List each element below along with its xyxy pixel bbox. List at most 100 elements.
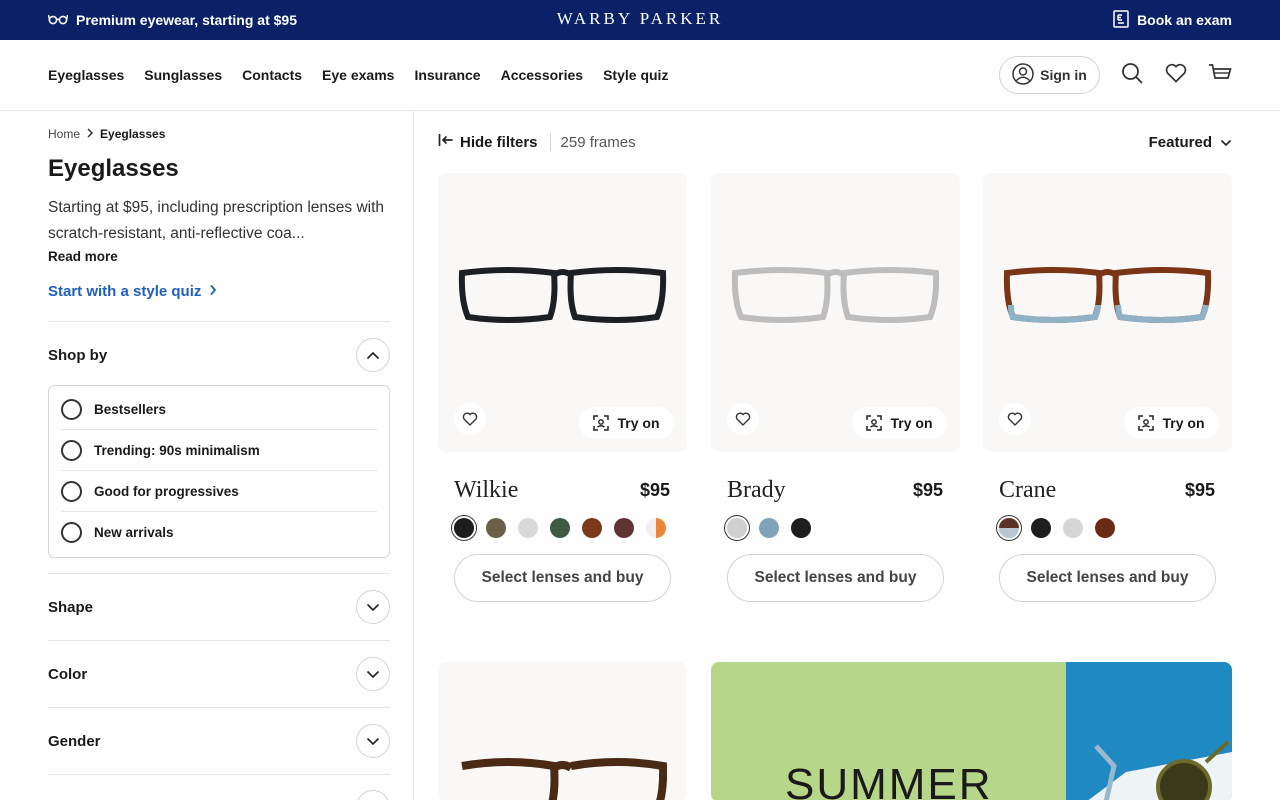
shop-option-new-arrivals[interactable]: New arrivals: [61, 512, 377, 553]
style-quiz-link[interactable]: Start with a style quiz: [48, 283, 217, 300]
sort-dropdown[interactable]: Featured: [1149, 131, 1232, 153]
nav-link-accessories[interactable]: Accessories: [501, 67, 584, 83]
divider: [48, 774, 390, 775]
sign-in-button[interactable]: Sign in: [999, 56, 1100, 94]
product-name[interactable]: Brady: [727, 477, 786, 504]
select-lenses-button[interactable]: Select lenses and buy: [454, 554, 671, 602]
hide-filters-button[interactable]: Hide filters: [438, 133, 538, 151]
book-exam-link[interactable]: Book an exam: [1113, 0, 1232, 40]
brand-logo[interactable]: WARBY PARKER: [0, 9, 1280, 29]
expand-button[interactable]: [356, 790, 390, 800]
shop-by-header[interactable]: Shop by: [48, 337, 390, 373]
radio-button[interactable]: [61, 480, 82, 502]
chevron-down-icon: [366, 599, 380, 616]
product-image[interactable]: Try on: [983, 173, 1232, 452]
product-image[interactable]: Try on: [438, 173, 687, 452]
product-card-wilkie[interactable]: Try on Wilkie $95 Select lenses and buy: [438, 173, 687, 602]
filter-gender-header[interactable]: Gender: [48, 723, 390, 759]
color-swatch[interactable]: [454, 518, 474, 538]
color-swatch[interactable]: [486, 518, 506, 538]
select-lenses-button[interactable]: Select lenses and buy: [727, 554, 944, 602]
product-card-partial[interactable]: [438, 662, 687, 800]
try-on-label: Try on: [890, 415, 933, 431]
divider: [549, 133, 551, 151]
favorite-button[interactable]: [727, 403, 759, 435]
filter-shape-label: Shape: [48, 598, 94, 616]
banner-photo: [1066, 662, 1232, 800]
shop-option-label: Good for progressives: [94, 483, 239, 499]
select-lenses-button[interactable]: Select lenses and buy: [999, 554, 1216, 602]
radio-button[interactable]: [61, 522, 82, 543]
color-swatch[interactable]: [1095, 518, 1115, 538]
eyeglasses-image: [731, 267, 940, 323]
chevron-up-icon: [366, 347, 380, 364]
color-swatch[interactable]: [999, 518, 1019, 538]
product-name[interactable]: Crane: [999, 477, 1056, 504]
promo-banner[interactable]: SUMMER: [711, 662, 1232, 800]
shop-option-trending[interactable]: Trending: 90s minimalism: [61, 430, 377, 471]
shop-by-label: Shop by: [48, 346, 108, 364]
color-swatch[interactable]: [614, 518, 634, 538]
collapse-button[interactable]: [356, 338, 390, 372]
radio-button[interactable]: [61, 439, 82, 461]
expand-button[interactable]: [356, 590, 390, 624]
shop-by-options: Bestsellers Trending: 90s minimalism Goo…: [48, 385, 390, 558]
chevron-right-icon: [86, 127, 94, 141]
color-swatch[interactable]: [550, 518, 570, 538]
search-icon: [1121, 62, 1143, 89]
color-swatch[interactable]: [1031, 518, 1051, 538]
divider: [48, 640, 390, 641]
sunglasses-image: [1088, 740, 1232, 800]
nav-link-style-quiz[interactable]: Style quiz: [603, 67, 668, 83]
filter-shape-header[interactable]: Shape: [48, 589, 390, 625]
shop-option-bestsellers[interactable]: Bestsellers: [61, 389, 377, 430]
eyeglasses-image: [458, 267, 667, 323]
product-image[interactable]: Try on: [711, 173, 960, 452]
nav-link-contacts[interactable]: Contacts: [242, 67, 302, 83]
color-swatch[interactable]: [518, 518, 538, 538]
nav-link-eye-exams[interactable]: Eye exams: [322, 67, 394, 83]
try-on-button[interactable]: Try on: [852, 407, 947, 439]
user-icon: [1012, 62, 1034, 88]
product-price: $95: [1184, 480, 1215, 500]
filter-color-header[interactable]: Color: [48, 656, 390, 692]
favorite-button[interactable]: [454, 403, 486, 435]
color-swatch[interactable]: [582, 518, 602, 538]
favorites-button[interactable]: [1163, 62, 1189, 88]
try-on-button[interactable]: Try on: [1124, 407, 1219, 439]
color-swatch[interactable]: [791, 518, 811, 538]
color-swatch[interactable]: [1063, 518, 1083, 538]
eye-chart-icon: [1113, 9, 1129, 31]
breadcrumb-home[interactable]: Home: [48, 127, 80, 141]
expand-button[interactable]: [356, 657, 390, 691]
collapse-left-icon: [438, 133, 454, 151]
nav-link-sunglasses[interactable]: Sunglasses: [144, 67, 222, 83]
banner-headline: SUMMER: [785, 760, 993, 800]
shop-option-progressives[interactable]: Good for progressives: [61, 471, 377, 512]
nav-link-eyeglasses[interactable]: Eyeglasses: [48, 67, 124, 83]
read-more-link[interactable]: Read more: [48, 249, 118, 264]
divider: [48, 321, 390, 322]
color-swatch[interactable]: [727, 518, 747, 538]
product-card-crane[interactable]: Try on Crane $95 Select lenses and buy: [983, 173, 1232, 602]
product-card-brady[interactable]: Try on Brady $95 Select lenses and buy: [711, 173, 960, 602]
sort-label: Featured: [1148, 133, 1212, 151]
color-swatch[interactable]: [759, 518, 779, 538]
product-price: $95: [912, 480, 943, 500]
try-on-label: Try on: [1162, 415, 1205, 431]
try-on-button[interactable]: Try on: [579, 407, 674, 439]
product-price: $95: [639, 480, 670, 500]
breadcrumb: Home Eyeglasses: [48, 127, 165, 141]
cart-button[interactable]: [1207, 62, 1233, 88]
promo-bar: Premium eyewear, starting at $95 WARBY P…: [0, 0, 1280, 40]
color-swatch[interactable]: [646, 518, 666, 538]
search-button[interactable]: [1119, 62, 1145, 88]
shop-option-label: Bestsellers: [94, 401, 167, 417]
radio-button[interactable]: [61, 398, 82, 420]
product-name[interactable]: Wilkie: [454, 477, 518, 504]
nav-link-insurance[interactable]: Insurance: [414, 67, 480, 83]
expand-button[interactable]: [356, 724, 390, 758]
chevron-right-icon: [209, 283, 217, 300]
eyeglasses-image: [461, 758, 667, 800]
favorite-button[interactable]: [999, 403, 1031, 435]
